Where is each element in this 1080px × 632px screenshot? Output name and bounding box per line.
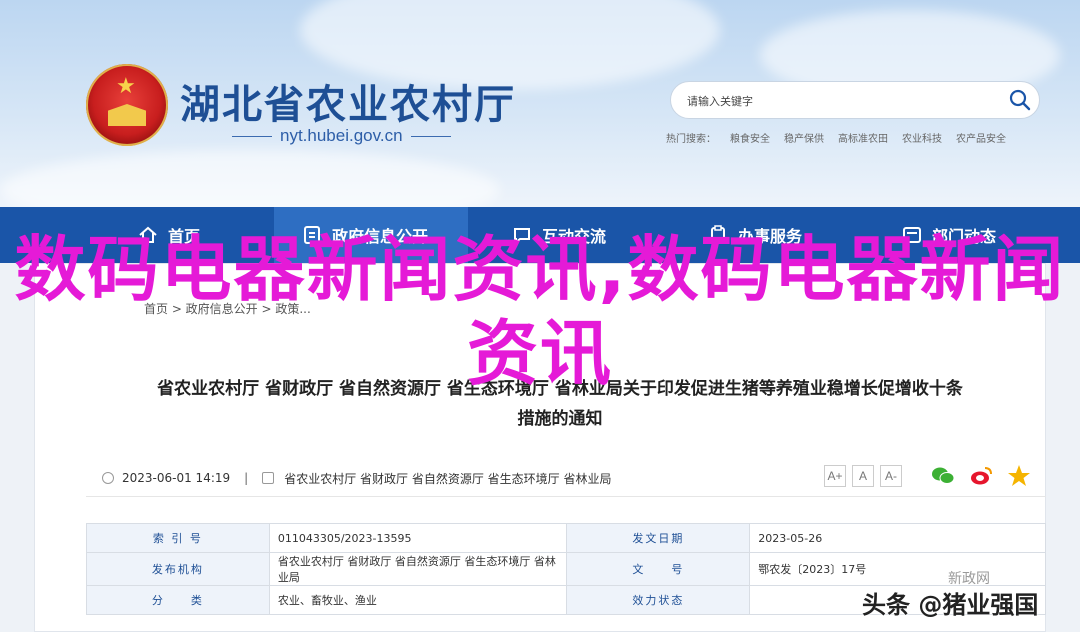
- overlay-headline: 数码电器新闻资讯,数码电器新闻资讯: [14, 228, 1066, 395]
- table-label: 索 引 号: [86, 523, 270, 553]
- article-meta: 2023-06-01 14:19 | 省农业农村厅 省财政厅 省自然资源厅 省生…: [86, 460, 1046, 497]
- search-box: [670, 81, 1040, 119]
- cloud-decoration: [0, 150, 500, 207]
- table-label: 文 号: [566, 552, 751, 586]
- font-size-controls: A+ A A-: [824, 465, 902, 487]
- meta-divider: |: [244, 471, 249, 485]
- weibo-icon[interactable]: [968, 463, 994, 489]
- hot-search-item[interactable]: 粮食安全: [730, 130, 770, 145]
- clock-icon: [102, 472, 114, 484]
- publisher-icon: [262, 472, 275, 484]
- hot-search-list: 热门搜索： 粮食安全 稳产保供 高标准农田 农业科技 农产品安全: [666, 130, 1006, 145]
- hot-search-item[interactable]: 农产品安全: [956, 130, 1006, 145]
- article-publishers: 省农业农村厅 省财政厅 省自然资源厅 省生态环境厅 省林业局: [284, 471, 612, 486]
- table-row: 索 引 号 011043305/2023-13595 发文日期 2023-05-…: [86, 523, 1046, 553]
- table-value: 鄂农发〔2023〕17号: [749, 552, 1046, 586]
- hot-search-item[interactable]: 农业科技: [902, 130, 942, 145]
- hot-search-item[interactable]: 稳产保供: [784, 130, 824, 145]
- font-smaller-button[interactable]: A-: [880, 465, 902, 487]
- article-title-line: 措施的通知: [517, 409, 603, 429]
- national-emblem-logo[interactable]: ★: [86, 64, 168, 146]
- table-label: 发文日期: [566, 523, 751, 553]
- table-value: 011043305/2023-13595: [268, 523, 568, 553]
- table-value: 农业、畜牧业、渔业: [268, 585, 568, 615]
- qzone-star-icon[interactable]: [1006, 463, 1032, 489]
- table-row: 发布机构 省农业农村厅 省财政厅 省自然资源厅 省生态环境厅 省林业局 文 号 …: [86, 552, 1046, 586]
- hot-search-item[interactable]: 高标准农田: [838, 130, 888, 145]
- table-value: 省农业农村厅 省财政厅 省自然资源厅 省生态环境厅 省林业局: [268, 552, 568, 586]
- wechat-icon[interactable]: [930, 463, 956, 489]
- search-icon[interactable]: [1009, 89, 1031, 111]
- hot-search-label: 热门搜索：: [666, 134, 716, 145]
- site-domain-text: nyt.hubei.gov.cn: [280, 126, 403, 145]
- font-larger-button[interactable]: A+: [824, 465, 846, 487]
- table-label: 效力状态: [566, 585, 751, 615]
- table-value: 2023-05-26: [749, 523, 1046, 553]
- search-input[interactable]: [685, 90, 989, 112]
- article-date: 2023-06-01 14:19: [122, 471, 231, 485]
- watermark: 头条 @猪业强国: [862, 591, 1039, 619]
- table-label: 分 类: [86, 585, 270, 615]
- site-title[interactable]: 湖北省农业农村厅: [180, 72, 516, 130]
- table-label: 发布机构: [86, 552, 270, 586]
- share-buttons: [930, 463, 1032, 489]
- site-domain: nyt.hubei.gov.cn: [232, 126, 451, 146]
- site-header: ★ 湖北省农业农村厅 nyt.hubei.gov.cn 热门搜索： 粮食安全 稳…: [0, 0, 1080, 207]
- font-normal-button[interactable]: A: [852, 465, 874, 487]
